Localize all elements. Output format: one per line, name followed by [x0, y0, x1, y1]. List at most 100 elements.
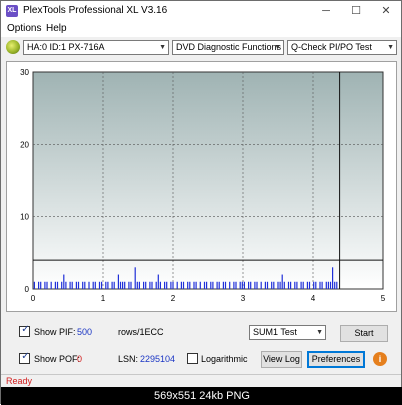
data-bar — [151, 281, 153, 289]
data-bar — [248, 281, 250, 289]
data-bar — [98, 281, 101, 289]
data-bar — [313, 281, 315, 289]
chevron-down-icon: ▼ — [274, 44, 281, 51]
data-bar — [155, 281, 157, 289]
data-bar — [302, 281, 304, 289]
data-bar — [222, 281, 224, 289]
data-bar — [233, 281, 235, 289]
data-bar — [92, 281, 94, 289]
start-button[interactable]: Start — [340, 325, 388, 342]
data-bar — [56, 281, 59, 289]
info-icon[interactable]: i — [373, 352, 387, 366]
data-bar — [84, 281, 86, 289]
data-bar — [130, 281, 132, 289]
data-bar — [138, 281, 140, 289]
data-bar — [69, 281, 71, 289]
x-tick-label: 0 — [31, 294, 36, 303]
data-bar — [327, 281, 329, 289]
data-bar — [235, 281, 237, 289]
data-bar — [166, 281, 168, 289]
data-bar — [159, 281, 161, 289]
show-pof-checkbox[interactable]: ✓ — [19, 351, 30, 364]
data-bar — [88, 281, 90, 289]
minimize-button[interactable]: ─ — [311, 1, 341, 21]
y-tick-label: 20 — [20, 140, 29, 149]
data-bar — [224, 281, 227, 289]
function-select[interactable]: DVD Diagnostic Functions ▼ — [172, 40, 284, 55]
maximize-button[interactable]: ☐ — [341, 1, 371, 21]
data-bar — [216, 281, 218, 289]
status-bar: Ready — [1, 374, 401, 387]
logarithmic-checkbox[interactable] — [187, 353, 198, 364]
data-bar — [273, 281, 275, 289]
image-info-caption: 569x551 24kb PNG — [1, 387, 402, 405]
x-tick-label: 3 — [241, 294, 246, 303]
x-tick-label: 4 — [311, 294, 316, 303]
data-bar — [65, 281, 67, 289]
data-bar — [145, 281, 147, 289]
test-select[interactable]: Q-Check PI/PO Test ▼ — [287, 40, 397, 55]
data-bar — [107, 281, 109, 289]
menu-bar: Options Help — [1, 21, 401, 37]
data-bar — [229, 281, 231, 289]
lsn-value: 2295104 — [140, 354, 176, 364]
data-bar — [117, 274, 119, 289]
data-bar — [189, 281, 191, 289]
check-icon: ✓ — [21, 324, 30, 335]
x-tick-label: 1 — [101, 294, 106, 303]
data-bar — [77, 281, 80, 289]
drive-select[interactable]: HA:0 ID:1 PX-716A ▼ — [23, 40, 169, 55]
app-logo-icon: XL — [6, 5, 18, 17]
data-bar — [266, 281, 269, 289]
chevron-down-icon: ▼ — [316, 329, 323, 336]
data-bar — [336, 281, 338, 289]
menu-options[interactable]: Options — [7, 23, 41, 34]
data-bar — [44, 281, 46, 289]
data-bar — [101, 281, 103, 289]
data-bar — [170, 281, 172, 289]
show-pif-checkbox[interactable]: ✓ — [19, 324, 30, 337]
data-bar — [195, 281, 197, 289]
data-bar — [239, 281, 241, 289]
data-bar — [149, 281, 151, 289]
pif-value: 500 — [77, 327, 93, 337]
data-bar — [281, 274, 283, 289]
y-tick-label: 30 — [20, 68, 29, 77]
data-bar — [143, 281, 145, 289]
data-bar — [332, 267, 334, 289]
data-bar — [203, 281, 206, 289]
close-button[interactable]: ✕ — [371, 1, 401, 21]
data-bar — [264, 281, 266, 289]
logarithmic-label: Logarithmic — [201, 354, 248, 364]
menu-help[interactable]: Help — [46, 23, 67, 34]
data-bar — [334, 281, 336, 289]
data-bar — [199, 281, 201, 289]
data-bar — [94, 281, 96, 289]
chevron-down-icon: ▼ — [159, 44, 166, 51]
data-bar — [38, 281, 40, 289]
data-bar — [243, 281, 245, 289]
plot-area — [32, 71, 384, 290]
show-pif-label: Show PIF: — [34, 327, 76, 337]
data-bar — [300, 281, 302, 289]
chevron-down-icon: ▼ — [387, 44, 394, 51]
data-bar — [176, 281, 178, 289]
window-title: PlexTools Professional XL V3.16 — [23, 5, 168, 16]
data-bar — [193, 281, 195, 289]
data-bar — [124, 281, 126, 289]
data-bar — [319, 281, 321, 289]
app-window: XL PlexTools Professional XL V3.16 ─ ☐ ✕… — [0, 0, 402, 405]
data-bar — [164, 281, 166, 289]
preferences-button[interactable]: Preferences — [307, 351, 365, 368]
data-bar — [294, 281, 296, 289]
pif-unit: rows/1ECC — [118, 327, 164, 337]
y-tick-label: 0 — [25, 285, 30, 294]
sum-test-value: SUM1 Test — [253, 327, 297, 337]
data-bar — [271, 281, 273, 289]
data-bar — [46, 281, 48, 289]
x-tick-label: 2 — [171, 294, 176, 303]
sum-test-select[interactable]: SUM1 Test ▼ — [249, 325, 326, 340]
data-bar — [128, 281, 130, 289]
pi-po-chart: 0 1 2 3 4 5 0 10 20 30 — [20, 68, 386, 303]
view-log-button[interactable]: View Log — [261, 351, 302, 368]
